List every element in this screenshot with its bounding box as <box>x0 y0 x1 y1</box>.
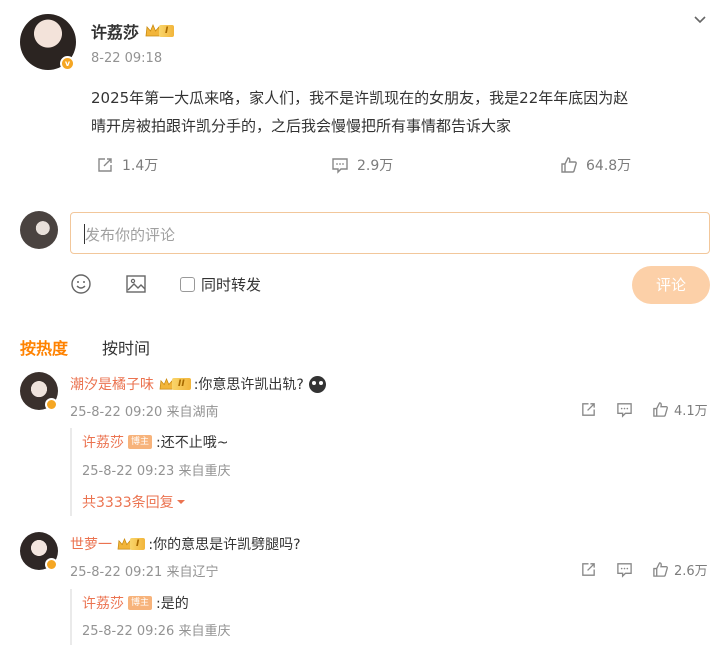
comment-like-button[interactable]: 4.1万 <box>652 400 708 419</box>
author-name[interactable]: 许荔莎 <box>91 19 139 43</box>
repost-checkbox[interactable] <box>180 277 195 292</box>
verified-badge <box>45 398 58 411</box>
submit-comment-button[interactable]: 评论 <box>632 266 710 304</box>
level-badge: II <box>172 378 191 390</box>
member-crown-icon: I <box>145 24 175 38</box>
member-crown-icon: II <box>159 377 191 391</box>
more-replies-label: 共3333条回复 <box>82 495 174 511</box>
comment-text: :你的意思是许凯劈腿吗? <box>148 537 301 553</box>
post-time[interactable]: 8-22 09:18 <box>91 51 162 66</box>
tab-sort-hot[interactable]: 按热度 <box>20 335 68 359</box>
emoji-sticker-icon <box>308 375 326 393</box>
comment-like-count: 2.6万 <box>674 564 708 579</box>
comment-button[interactable]: 2.9万 <box>331 155 393 175</box>
reply-icon[interactable] <box>616 401 633 418</box>
commenter-name[interactable]: 潮汐是橘子味 <box>70 374 154 394</box>
reply-text: :还不止哦~ <box>156 435 229 451</box>
comment-input-placeholder: 发布你的评论 <box>85 226 176 244</box>
reply-icon[interactable] <box>616 561 633 578</box>
blogger-tag: 博主 <box>128 435 153 449</box>
verified-badge <box>45 558 58 571</box>
post-content: 2025年第一大瓜来咯，家人们，我不是许凯现在的女朋友，我是22年年底因为赵 晴… <box>91 84 711 140</box>
reply-meta: 25-8-22 09:23 来自重庆 <box>82 464 231 479</box>
member-crown-icon: I <box>117 537 146 551</box>
repost-count: 1.4万 <box>122 158 159 174</box>
thumbs-up-icon <box>561 157 577 173</box>
share-icon[interactable] <box>580 401 597 418</box>
commenter-name[interactable]: 世萝一 <box>70 534 112 554</box>
repost-icon <box>98 158 112 172</box>
reply-block <box>70 428 72 516</box>
reply-meta: 25-8-22 09:26 来自重庆 <box>82 624 231 639</box>
share-icon[interactable] <box>580 561 597 578</box>
repost-checkbox-label: 同时转发 <box>201 276 262 294</box>
comment-meta: 25-8-22 09:20 来自湖南 <box>70 405 219 420</box>
like-button[interactable]: 64.8万 <box>560 155 631 175</box>
comment-text: :你意思许凯出轨? <box>193 377 304 393</box>
emoji-icon[interactable] <box>70 273 92 295</box>
comment-meta: 25-8-22 09:21 来自辽宁 <box>70 565 219 580</box>
comment-icon <box>332 158 348 174</box>
level-badge: I <box>130 538 146 550</box>
level-badge: I <box>159 25 175 37</box>
post-content-line: 2025年第一大瓜来咯，家人们，我不是许凯现在的女朋友，我是22年年底因为赵 <box>91 89 629 107</box>
reply-author-name[interactable]: 许荔莎 <box>82 593 124 613</box>
reply-block <box>70 589 72 645</box>
reply-text: :是的 <box>156 596 189 612</box>
thumbs-up-icon <box>653 562 668 577</box>
blogger-tag: 博主 <box>128 596 153 610</box>
like-count: 64.8万 <box>586 158 632 174</box>
image-icon[interactable] <box>125 273 147 295</box>
post-content-line: 晴开房被拍跟许凯分手的，之后我会慢慢把所有事情都告诉大家 <box>91 117 512 135</box>
thumbs-up-icon <box>653 402 668 417</box>
chevron-down-icon[interactable] <box>692 12 708 28</box>
reply-author-name[interactable]: 许荔莎 <box>82 432 124 452</box>
more-replies-link[interactable]: 共3333条回复 <box>82 492 186 512</box>
repost-button[interactable]: 1.4万 <box>96 155 158 175</box>
comment-count: 2.9万 <box>357 158 394 174</box>
verified-badge: v <box>60 56 75 71</box>
tab-sort-time[interactable]: 按时间 <box>102 335 150 359</box>
comment-like-button[interactable]: 2.6万 <box>652 560 708 579</box>
current-user-avatar[interactable] <box>20 211 58 249</box>
comment-input[interactable]: 发布你的评论 <box>70 212 710 254</box>
caret-down-icon <box>176 500 185 504</box>
comment-like-count: 4.1万 <box>674 404 708 419</box>
